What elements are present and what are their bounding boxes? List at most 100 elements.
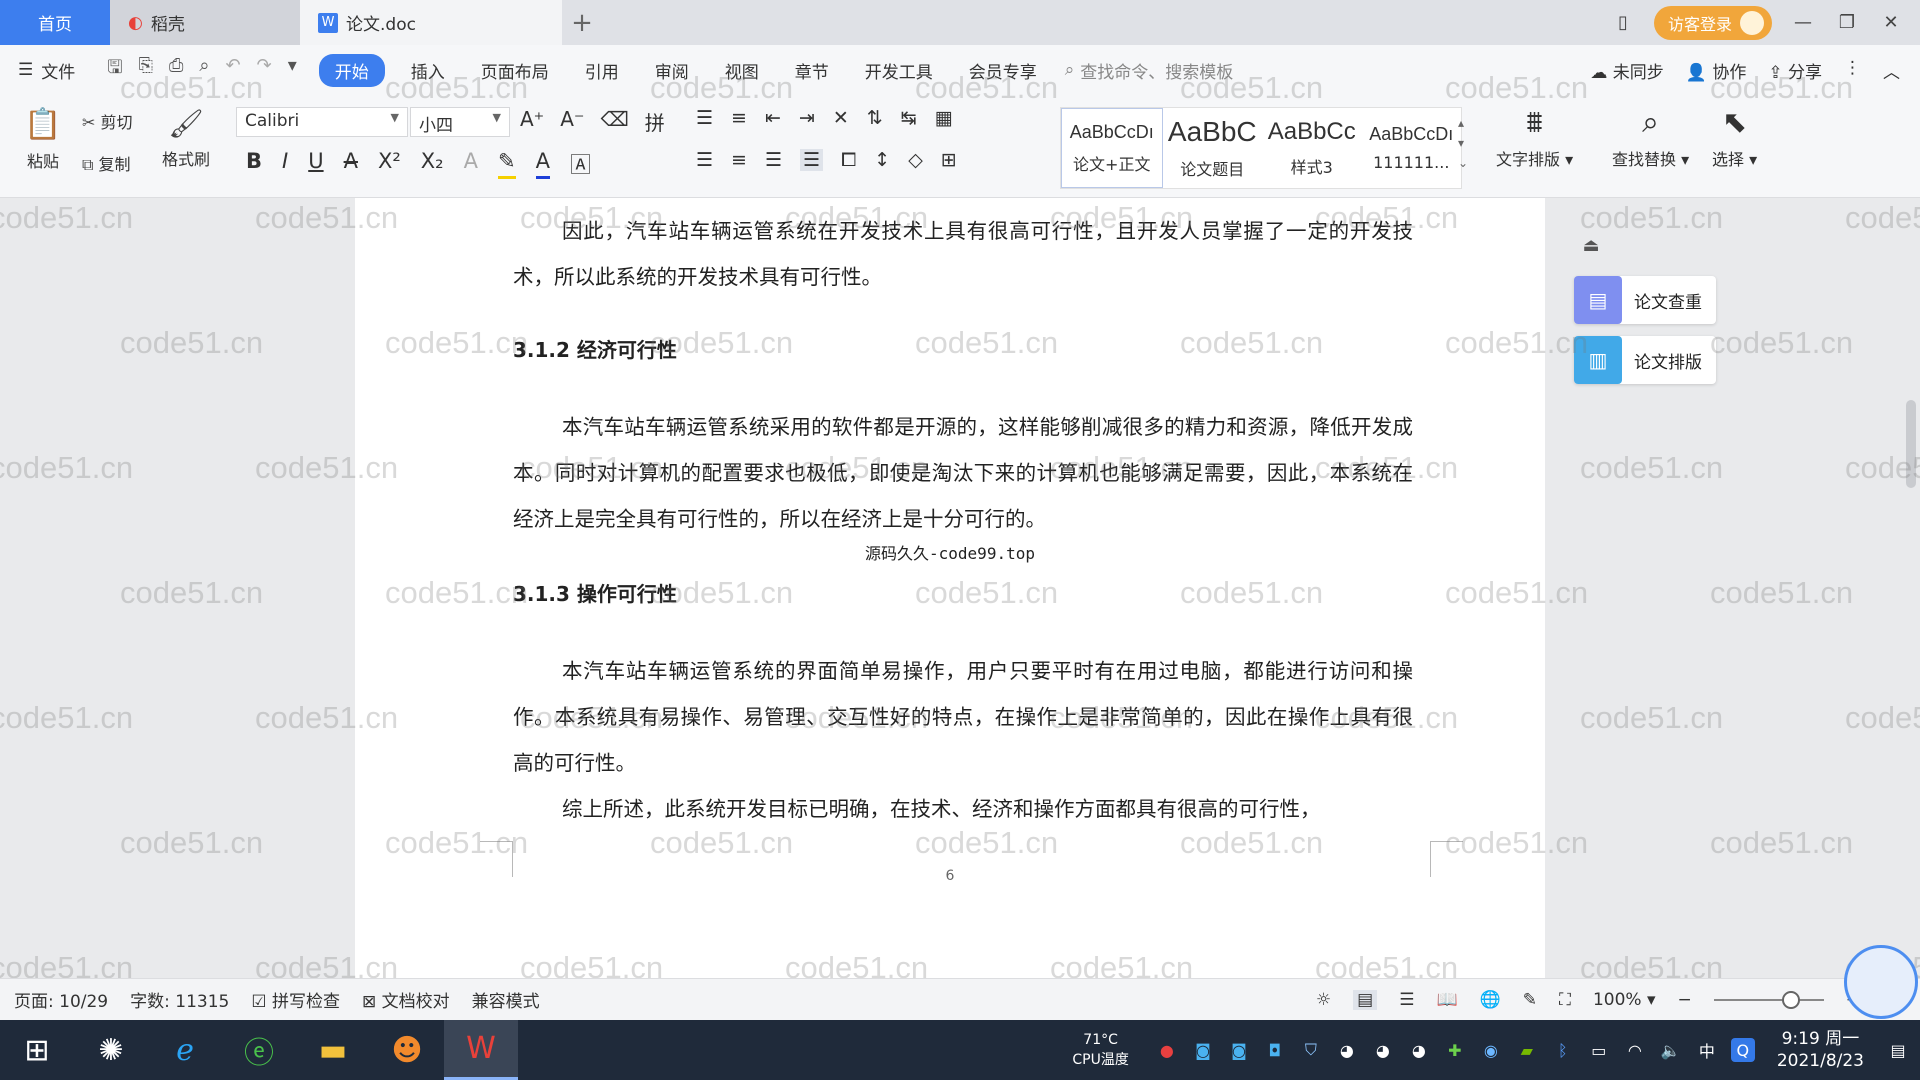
zoom-level[interactable]: 100% ▾ xyxy=(1593,990,1656,1010)
eye-protection-icon[interactable]: ☼ xyxy=(1316,990,1331,1010)
format-painter-button[interactable]: 🖌 格式刷 xyxy=(162,107,210,170)
reading-view-icon[interactable]: 📖 xyxy=(1436,990,1457,1010)
tray-qq-icon[interactable]: ◕ xyxy=(1407,1038,1431,1062)
paragraph-4[interactable]: 综上所述，此系统开发目标已明确，在技术、经济和操作方面都具有很高的可行性， xyxy=(513,786,1413,832)
tray-bluetooth-icon[interactable]: ᛒ xyxy=(1551,1038,1575,1062)
numbering-icon[interactable]: ≡ xyxy=(731,107,747,129)
font-size-select[interactable]: 小四 ▼ xyxy=(410,107,510,137)
zoom-slider[interactable] xyxy=(1713,990,1824,1009)
tray-qq-icon[interactable]: ◕ xyxy=(1335,1038,1359,1062)
select-button[interactable]: ⬉ 选择 ▾ xyxy=(1712,105,1757,170)
layout-switch-icon[interactable]: ▯ xyxy=(1610,12,1636,33)
zoom-out-icon[interactable]: − xyxy=(1678,990,1692,1010)
side-panel-collapse-icon[interactable]: ⏏ xyxy=(1574,228,1608,262)
tab-page-layout[interactable]: 页面布局 xyxy=(463,58,567,83)
tray-app-icon[interactable]: ◉ xyxy=(1479,1038,1503,1062)
zoom-slider-knob[interactable] xyxy=(1781,990,1800,1009)
360-browser-icon[interactable]: ⓔ xyxy=(222,1020,296,1080)
game-app-icon[interactable]: ☻ xyxy=(370,1020,444,1080)
system-clock[interactable]: 9:19 周一 2021/8/23 xyxy=(1767,1028,1874,1072)
windows-start-icon[interactable]: ⊞ xyxy=(0,1020,74,1080)
print-preview-icon[interactable]: ⌕ xyxy=(199,55,209,85)
document-proof-button[interactable]: ⊠ 文档校对 xyxy=(348,987,458,1012)
write-mode-icon[interactable]: ✎ xyxy=(1523,990,1537,1010)
input-method-indicator[interactable]: 中 xyxy=(1695,1038,1719,1062)
shading-icon[interactable]: ◇ xyxy=(908,149,923,171)
grow-font-icon[interactable]: A⁺ xyxy=(520,107,544,136)
tray-network-tool-icon[interactable]: ◘ xyxy=(1263,1038,1287,1062)
ie-browser-icon[interactable]: ℯ xyxy=(148,1020,222,1080)
collapse-ribbon-icon[interactable]: ︿ xyxy=(1883,58,1900,83)
tab-review[interactable]: 审阅 xyxy=(637,58,707,83)
justify-icon[interactable]: ☰ xyxy=(800,149,824,171)
page-count[interactable]: 页面: 10/29 xyxy=(0,987,116,1012)
heading-economic-feasibility[interactable]: 3.1.2 经济可行性 xyxy=(513,334,677,363)
sort-icon[interactable]: ⇅ xyxy=(867,107,883,129)
paragraph-1[interactable]: 因此，汽车站车辆运管系统在开发技术上具有很高可行性，且开发人员掌握了一定的开发技… xyxy=(513,208,1413,300)
fit-page-icon[interactable]: ⛶ xyxy=(1559,990,1571,1010)
underline-icon[interactable]: U xyxy=(308,149,323,179)
distribute-icon[interactable]: ⧠ xyxy=(841,149,856,171)
document-page[interactable]: 因此，汽车站车辆运管系统在开发技术上具有很高可行性，且开发人员掌握了一定的开发技… xyxy=(355,198,1545,978)
tray-sync-icon[interactable]: ◙ xyxy=(1227,1038,1251,1062)
tray-wifi-icon[interactable]: ◠ xyxy=(1623,1038,1647,1062)
customize-icon[interactable]: ▾ xyxy=(288,55,297,85)
file-explorer-icon[interactable]: ▬ xyxy=(296,1020,370,1080)
cut-button[interactable]: ✂ 剪切 xyxy=(82,109,133,133)
table-grid-icon[interactable]: ▦ xyxy=(935,107,953,129)
export-icon[interactable]: ⎘ xyxy=(139,55,153,85)
undo-icon[interactable]: ↶ xyxy=(226,55,241,85)
borders-icon[interactable]: ⊞ xyxy=(941,149,957,171)
tab-developer[interactable]: 开发工具 xyxy=(847,58,951,83)
text-layout-button[interactable]: ⩩ 文字排版 ▾ xyxy=(1496,105,1573,170)
style-thesis-title[interactable]: AaBbC 论文题目 xyxy=(1163,108,1263,188)
char-border-icon[interactable]: 🄰 xyxy=(570,149,591,179)
tab-start[interactable]: 开始 xyxy=(318,53,385,87)
word-count[interactable]: 字数: 11315 xyxy=(116,987,237,1012)
style-thesis-body[interactable]: AaBbCcDı 论文+正文 xyxy=(1061,108,1163,188)
chinese-layout-icon[interactable]: ✕ xyxy=(833,107,849,129)
wps-writer-icon[interactable]: W xyxy=(444,1020,518,1080)
tray-plus-icon[interactable]: ✚ xyxy=(1443,1038,1467,1062)
bold-icon[interactable]: B xyxy=(246,149,262,179)
tab-chapter[interactable]: 章节 xyxy=(777,58,847,83)
shrink-font-icon[interactable]: A⁻ xyxy=(560,107,584,136)
heading-operational-feasibility[interactable]: 3.1.3 操作可行性 xyxy=(513,578,677,607)
tab-member[interactable]: 会员专享 xyxy=(951,58,1055,83)
file-menu[interactable]: ☰ 文件 xyxy=(0,58,93,83)
web-view-icon[interactable]: 🌐 xyxy=(1480,990,1501,1010)
clear-format-icon[interactable]: ⌫ xyxy=(601,107,629,136)
outline-view-icon[interactable]: ☰ xyxy=(1399,990,1414,1010)
sync-status-button[interactable]: ☁ 未同步 xyxy=(1590,58,1663,83)
redo-icon[interactable]: ↷ xyxy=(257,55,272,85)
new-tab-button[interactable]: + xyxy=(562,0,602,45)
tab-daoke[interactable]: ◐ 稻壳 xyxy=(110,0,300,45)
tray-volume-icon[interactable]: 🔈 xyxy=(1659,1038,1683,1062)
font-name-select[interactable]: Calibri ▼ xyxy=(236,107,408,137)
bullets-icon[interactable]: ☰ xyxy=(696,107,713,129)
spell-check-button[interactable]: ☑ 拼写检查 xyxy=(237,987,348,1012)
collaborate-button[interactable]: 👤 协作 xyxy=(1686,58,1747,83)
style-scroll[interactable]: ▴ ▾ ⌄ xyxy=(1458,113,1468,173)
tab-home[interactable]: 首页 xyxy=(0,0,110,45)
save-icon[interactable]: 🖫 xyxy=(107,55,122,85)
tray-nvidia-icon[interactable]: ▰ xyxy=(1515,1038,1539,1062)
text-effect-icon[interactable]: A xyxy=(464,149,478,179)
assistant-robot-icon[interactable] xyxy=(1844,945,1918,1019)
command-search[interactable]: ⌕ 查找命令、搜索模板 xyxy=(1065,58,1234,83)
tray-qq-icon[interactable]: ◕ xyxy=(1371,1038,1395,1062)
tab-insert[interactable]: 插入 xyxy=(393,58,463,83)
thesis-layout-button[interactable]: ▥ 论文排版 xyxy=(1574,336,1716,384)
tab-references[interactable]: 引用 xyxy=(567,58,637,83)
phonetic-icon[interactable]: 拼 xyxy=(645,107,665,136)
tray-shield-icon[interactable]: ⛉ xyxy=(1299,1038,1323,1062)
tab-view[interactable]: 视图 xyxy=(707,58,777,83)
align-center-icon[interactable]: ≡ xyxy=(731,149,747,171)
notification-center-icon[interactable]: ▤ xyxy=(1886,1038,1910,1062)
visitor-login-button[interactable]: 访客登录 xyxy=(1653,5,1772,40)
paragraph-2[interactable]: 本汽车站车辆运管系统采用的软件都是开源的，这样能够削减很多的精力和资源，降低开发… xyxy=(513,404,1413,542)
style-111111[interactable]: AaBbCcDı 111111... xyxy=(1362,108,1462,188)
superscript-icon[interactable]: X² xyxy=(378,149,401,179)
increase-indent-icon[interactable]: ⇥ xyxy=(799,107,815,129)
page-view-icon[interactable]: ▤ xyxy=(1353,989,1378,1010)
